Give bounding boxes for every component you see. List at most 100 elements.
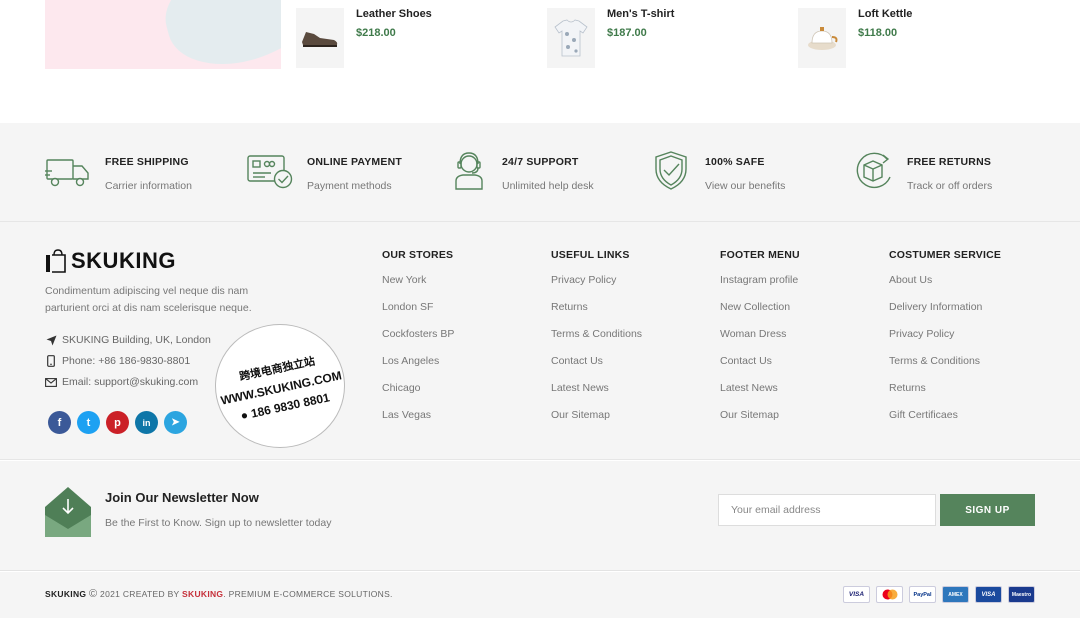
mastercard-icon [876,586,903,603]
footer-link[interactable]: Delivery Information [889,301,1001,328]
site-logo[interactable]: SKUKING [45,248,176,274]
footer-link[interactable]: Los Angeles [382,355,454,382]
amex-icon: AMEX [942,586,969,603]
brand-description: Condimentum adipiscing vel neque dis nam… [45,285,252,314]
column-title: OUR STORES [382,249,454,261]
feature-title: 100% SAFE [705,156,765,168]
footer-column-stores: OUR STORES New York London SF Cockfoster… [382,249,454,436]
signup-button[interactable]: SIGN UP [940,494,1035,526]
linkedin-icon[interactable]: in [135,411,158,434]
feature-subtitle[interactable]: View our benefits [705,180,785,192]
shopping-bag-icon [46,249,66,273]
logo-text: SKUKING [71,248,176,273]
feature-subtitle[interactable]: Track or off orders [907,180,992,192]
newsletter-email-input[interactable] [718,494,936,526]
copyright-tagline: . PREMIUM E-COMMERCE SOLUTIONS. [223,589,393,599]
bottom-bar: SKUKING © 2021 CREATED BY SKUKING. PREMI… [0,572,1080,618]
feature-title: 24/7 SUPPORT [502,156,579,168]
footer-link[interactable]: Instagram profile [720,274,800,301]
visa-icon: VISA [843,586,870,603]
footer-link[interactable]: Contact Us [720,355,800,382]
footer-link[interactable]: Contact Us [551,355,642,382]
footer-link[interactable]: Terms & Conditions [889,355,1001,382]
features-band: FREE SHIPPING Carrier information ONLINE… [0,123,1080,222]
email-text[interactable]: Email: support@skuking.com [62,376,198,388]
returns-box-icon [856,152,891,189]
newsletter-envelope-icon [45,487,91,537]
product-strip: Leather Shoes $218.00 Men's T-shirt $187… [0,0,1080,123]
footer-link[interactable]: Chicago [382,382,454,409]
paypal-icon: PayPal [909,586,936,603]
facebook-icon[interactable]: f [48,411,71,434]
copyright-symbol: © [88,588,98,600]
feature-title: FREE SHIPPING [105,156,189,168]
promo-shape [154,0,281,69]
footer-link[interactable]: Returns [551,301,642,328]
copyright-text: 2021 CREATED BY [100,589,180,599]
promo-banner[interactable] [45,0,281,69]
footer-link[interactable]: Terms & Conditions [551,328,642,355]
wechat-icon: ● [239,407,250,423]
newsletter-section: Join Our Newsletter Now Be the First to … [0,461,1080,571]
truck-icon [45,159,89,187]
tshirt-icon[interactable] [547,8,595,68]
column-title: COSTUMER SERVICE [889,249,1002,261]
pinterest-icon[interactable]: p [106,411,129,434]
footer-column-menu: FOOTER MENU Instagram profile New Collec… [720,249,800,436]
product-price: $187.00 [607,27,647,39]
newsletter-subtitle: Be the First to Know. Sign up to newslet… [105,517,332,529]
footer-link[interactable]: New Collection [720,301,800,328]
feature-subtitle[interactable]: Unlimited help desk [502,180,594,192]
payment-card-icon [247,155,293,189]
copyright: SKUKING © 2021 CREATED BY SKUKING. PREMI… [45,588,393,600]
footer-link[interactable]: Cockfosters BP [382,328,454,355]
shoe-icon[interactable] [296,8,344,68]
maestro-icon: Maestro [1008,586,1035,603]
visa-electron-icon: VISA [975,586,1002,603]
contact-phone: Phone: +86 186-9830-8801 [45,355,190,367]
footer-link[interactable]: Las Vegas [382,409,454,436]
feature-subtitle[interactable]: Carrier information [105,180,192,192]
footer-link[interactable]: Privacy Policy [889,328,1001,355]
product-name[interactable]: Loft Kettle [858,8,912,20]
copyright-brand: SKUKING [45,589,87,599]
support-agent-icon [455,152,483,190]
footer-link[interactable]: About Us [889,274,1001,301]
footer-link[interactable]: Our Sitemap [720,409,800,436]
footer-link[interactable]: Returns [889,382,1001,409]
copyright-brand-link[interactable]: SKUKING [182,589,223,599]
phone-text[interactable]: Phone: +86 186-9830-8801 [62,355,190,367]
footer-link[interactable]: Gift Certificaes [889,409,1001,436]
twitter-icon[interactable]: t [77,411,100,434]
footer-link[interactable]: Latest News [551,382,642,409]
contact-address: SKUKING Building, UK, London [45,334,211,346]
contact-email: Email: support@skuking.com [45,376,198,388]
product-name[interactable]: Men's T-shirt [607,8,674,20]
watermark-stamp: 跨境电商独立站 WWW.SKUKING.COM ● 186 9830 8801 [215,324,345,448]
payment-methods: VISA PayPal AMEX VISA Maestro [843,586,1035,603]
footer-link[interactable]: New York [382,274,454,301]
mobile-phone-icon [45,355,57,367]
product-price: $218.00 [356,27,396,39]
footer-main: SKUKING Condimentum adipiscing vel neque… [0,222,1080,460]
footer-link[interactable]: Latest News [720,382,800,409]
shield-check-icon [655,151,687,190]
footer-column-useful-links: USEFUL LINKS Privacy Policy Returns Term… [551,249,642,436]
footer-link[interactable]: Our Sitemap [551,409,642,436]
social-links: f t p in ➤ [48,411,187,434]
column-title: FOOTER MENU [720,249,800,261]
kettle-icon[interactable] [798,8,846,68]
footer-link[interactable]: Woman Dress [720,328,800,355]
feature-title: ONLINE PAYMENT [307,156,402,168]
location-arrow-icon [45,334,57,346]
telegram-icon[interactable]: ➤ [164,411,187,434]
newsletter-title: Join Our Newsletter Now [105,490,259,505]
footer-link[interactable]: London SF [382,301,454,328]
feature-title: FREE RETURNS [907,156,992,168]
address-text: SKUKING Building, UK, London [62,334,211,346]
footer-link[interactable]: Privacy Policy [551,274,642,301]
product-name[interactable]: Leather Shoes [356,8,432,20]
envelope-icon [45,376,57,388]
feature-subtitle[interactable]: Payment methods [307,180,392,192]
column-title: USEFUL LINKS [551,249,630,261]
